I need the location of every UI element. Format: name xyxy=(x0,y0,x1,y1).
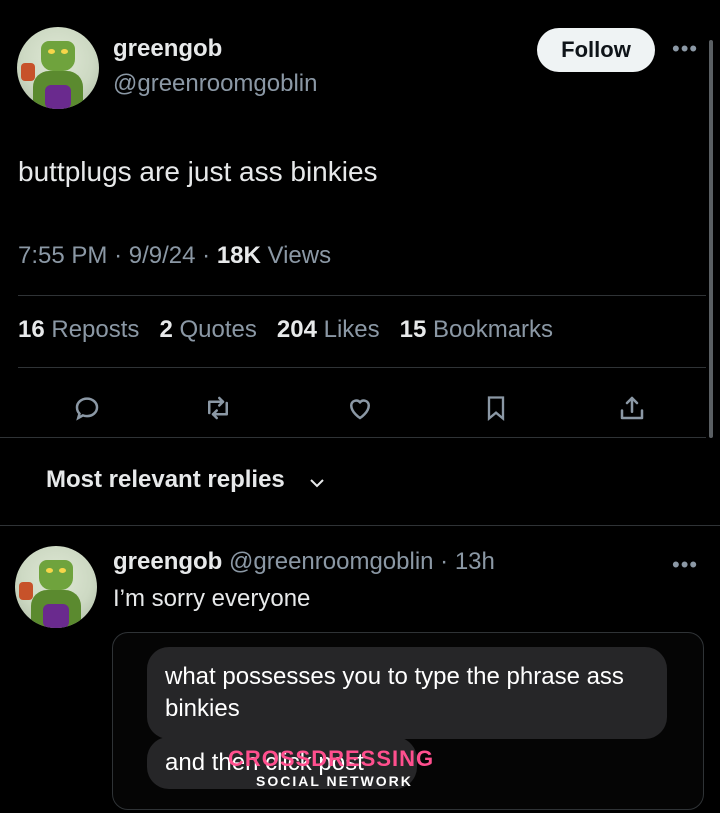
watermark-subtitle: SOCIAL NETWORK xyxy=(256,773,413,789)
reply-header: greengob @greenroomgoblin · 13h xyxy=(113,548,495,575)
author-handle[interactable]: @greenroomgoblin xyxy=(113,70,317,98)
likes-stat[interactable]: 204 Likes xyxy=(277,316,380,343)
views-label: Views xyxy=(267,242,332,269)
scrollbar[interactable] xyxy=(709,40,713,438)
divider xyxy=(18,367,706,368)
tweet-stats: 16 Reposts 2 Quotes 204 Likes 15 Bookmar… xyxy=(18,316,553,344)
reply-author-name[interactable]: greengob xyxy=(113,548,222,575)
author-avatar[interactable] xyxy=(17,27,99,109)
reply-time[interactable]: 13h xyxy=(455,548,495,575)
reply-icon[interactable] xyxy=(67,388,107,428)
reply-text: I’m sorry everyone xyxy=(113,585,311,612)
bookmarks-stat[interactable]: 15 Bookmarks xyxy=(400,316,553,343)
message-bubble: what possesses you to type the phrase as… xyxy=(147,647,667,739)
views-count: 18K xyxy=(216,242,261,269)
reply-author-handle[interactable]: @greenroomgoblin xyxy=(229,548,433,575)
reply-more-icon[interactable]: ••• xyxy=(672,552,698,578)
chevron-down-icon xyxy=(309,467,325,495)
quotes-stat[interactable]: 2 Quotes xyxy=(159,316,256,343)
share-icon[interactable] xyxy=(612,388,652,428)
author-name[interactable]: greengob xyxy=(113,35,222,63)
tweet-date[interactable]: 9/9/24 xyxy=(129,242,196,269)
tweet-meta: 7:55 PM · 9/9/24 · 18K Views xyxy=(18,242,332,269)
repost-icon[interactable] xyxy=(198,388,238,428)
divider xyxy=(18,295,706,296)
divider xyxy=(0,437,706,438)
tweet-time[interactable]: 7:55 PM xyxy=(18,242,107,269)
reposts-stat[interactable]: 16 Reposts xyxy=(18,316,139,343)
watermark-title: CROSSDRESSING xyxy=(228,746,435,771)
bookmark-icon[interactable] xyxy=(476,388,516,428)
divider xyxy=(0,525,720,526)
reply-sort-dropdown[interactable]: Most relevant replies xyxy=(46,466,325,495)
like-icon[interactable] xyxy=(340,388,380,428)
reply-author-avatar[interactable] xyxy=(15,546,97,628)
more-icon[interactable]: ••• xyxy=(672,36,698,62)
tweet-text: buttplugs are just ass binkies xyxy=(18,156,378,187)
follow-button[interactable]: Follow xyxy=(537,28,655,72)
reply-sort-label: Most relevant replies xyxy=(46,466,285,493)
